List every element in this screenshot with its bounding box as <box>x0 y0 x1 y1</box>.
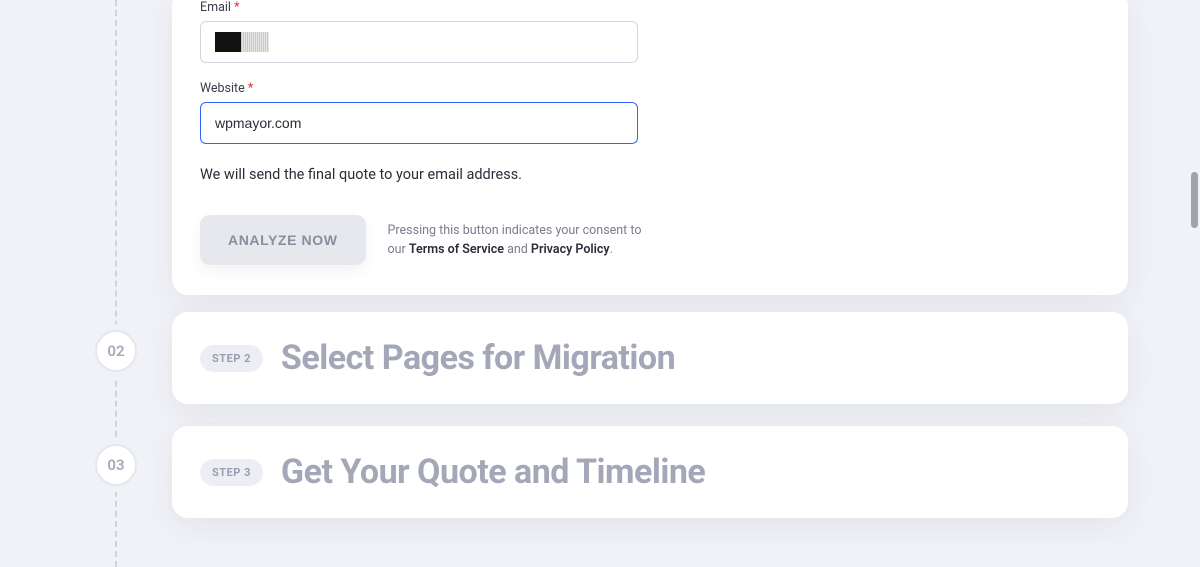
step-2-card[interactable]: STEP 2 Select Pages for Migration <box>172 312 1128 404</box>
step-2-pill: STEP 2 <box>200 345 263 372</box>
step-circle-2: 02 <box>95 330 137 372</box>
website-field[interactable] <box>200 102 638 144</box>
website-label-text: Website <box>200 81 245 96</box>
website-label: Website * <box>200 81 1100 96</box>
website-required-mark: * <box>248 81 253 96</box>
consent-and: and <box>504 242 531 257</box>
analyze-button[interactable]: ANALYZE NOW <box>200 215 366 265</box>
consent-end: . <box>610 242 613 257</box>
email-field-block: Email * <box>200 0 1100 63</box>
step-3-pill: STEP 3 <box>200 459 263 486</box>
email-label-text: Email <box>200 0 231 15</box>
step-2-header: STEP 2 Select Pages for Migration <box>200 338 1100 378</box>
form-card: Email * Website * We will send the final… <box>172 0 1128 295</box>
email-redacted-icon <box>215 22 269 62</box>
scrollbar-thumb[interactable] <box>1191 172 1198 228</box>
email-label: Email * <box>200 0 1100 15</box>
step-circle-3: 03 <box>95 444 137 486</box>
email-required-mark: * <box>234 0 239 15</box>
privacy-link[interactable]: Privacy Policy <box>531 242 610 257</box>
quote-hint-text: We will send the final quote to your ema… <box>200 166 1100 183</box>
step-2-title: Select Pages for Migration <box>281 338 675 378</box>
step-circle-2-num: 02 <box>107 342 124 360</box>
tos-link[interactable]: Terms of Service <box>409 242 504 257</box>
step-3-card[interactable]: STEP 3 Get Your Quote and Timeline <box>172 426 1128 518</box>
action-row: ANALYZE NOW Pressing this button indicat… <box>200 215 1100 265</box>
website-field-block: Website * <box>200 81 1100 144</box>
consent-text: Pressing this button indicates your cons… <box>388 221 648 260</box>
step-3-title: Get Your Quote and Timeline <box>281 452 705 492</box>
step-circle-3-num: 03 <box>107 456 124 474</box>
email-field[interactable] <box>200 21 638 63</box>
step-3-header: STEP 3 Get Your Quote and Timeline <box>200 452 1100 492</box>
